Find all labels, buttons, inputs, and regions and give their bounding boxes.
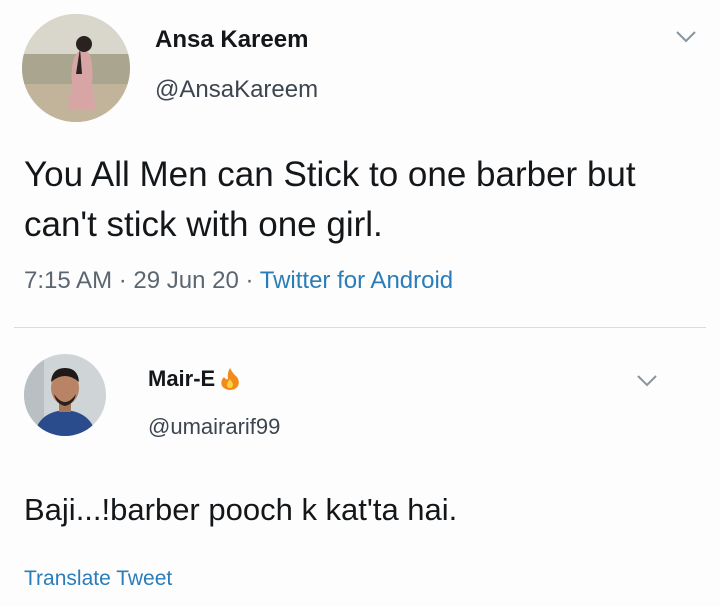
avatar[interactable]	[22, 14, 130, 122]
meta-separator: ·	[245, 267, 254, 294]
author-handle[interactable]: @AnsaKareem	[155, 76, 318, 104]
author-name[interactable]: Ansa Kareem	[155, 26, 308, 54]
tweet-source-link[interactable]: Twitter for Android	[260, 267, 453, 294]
divider	[14, 327, 706, 328]
fire-icon	[221, 368, 240, 390]
tweet-text: Baji...!barber pooch k kat'ta hai.	[24, 492, 458, 527]
tweet-text: You All Men can Stick to one barber but …	[24, 155, 636, 244]
author-handle[interactable]: @umairarif99	[148, 414, 280, 440]
tweet: Ansa Kareem @AnsaKareem You All Men can …	[0, 0, 720, 328]
avatar[interactable]	[24, 354, 106, 436]
meta-separator: ·	[118, 267, 127, 294]
author-name[interactable]: Mair-E	[148, 366, 241, 392]
chevron-down-icon[interactable]	[675, 30, 697, 44]
author-name-text: Mair-E	[148, 366, 216, 391]
tweet-time[interactable]: 7:15 AM	[24, 267, 112, 294]
tweet-date[interactable]: 29 Jun 20	[133, 267, 238, 294]
chevron-down-icon[interactable]	[636, 374, 658, 388]
translate-tweet-link[interactable]: Translate Tweet	[24, 567, 172, 591]
tweet-meta: 7:15 AM · 29 Jun 20 · Twitter for Androi…	[24, 267, 453, 295]
tweet: Mair-E @umairarif99 Baji...!barber pooch…	[0, 330, 720, 606]
